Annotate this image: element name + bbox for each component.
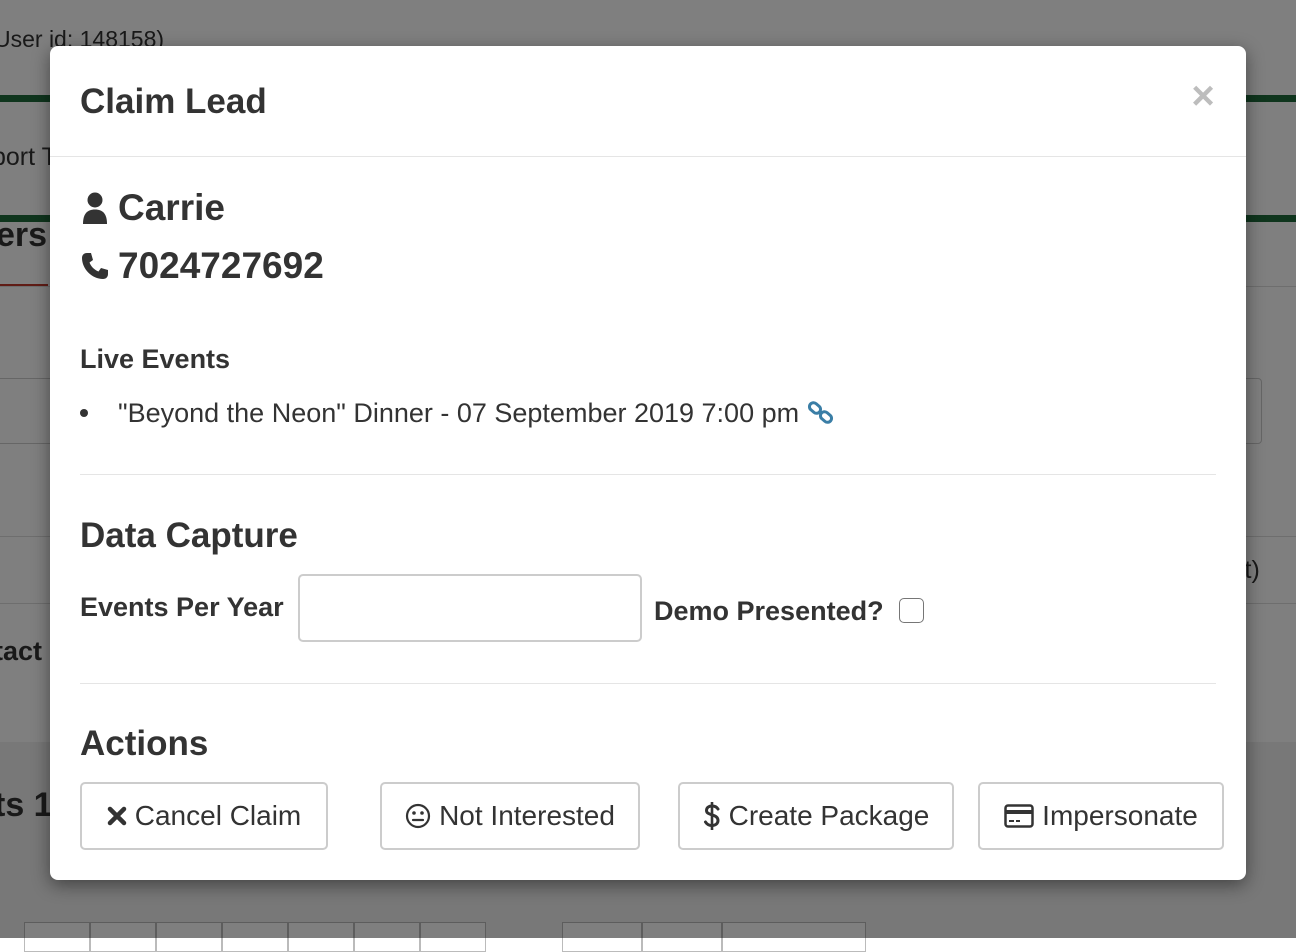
live-event-text: "Beyond the Neon" Dinner - 07 September … [118,398,800,428]
contact-name-row: Carrie [80,186,225,230]
cancel-claim-button[interactable]: Cancel Claim [80,782,328,850]
contact-name: Carrie [118,187,225,228]
times-icon [107,806,127,826]
modal-header: Claim Lead × [50,46,1246,157]
section-divider [80,683,1216,684]
meh-face-icon [405,803,431,829]
events-per-year-label: Events Per Year [80,592,284,622]
claim-lead-modal: Claim Lead × Carrie 7024727692 Live Even… [50,46,1246,880]
contact-phone-row: 7024727692 [80,244,324,288]
live-event-item: "Beyond the Neon" Dinner - 07 September … [80,395,835,431]
link-icon[interactable] [807,399,835,427]
data-capture-heading: Data Capture [80,516,298,555]
events-per-year-input[interactable] [298,574,642,642]
demo-presented-checkbox[interactable] [899,598,924,623]
create-package-button[interactable]: Create Package [678,782,954,850]
demo-presented-label: Demo Presented? [654,596,884,626]
dollar-icon [703,800,721,832]
not-interested-label: Not Interested [439,800,615,831]
live-events-label: Live Events [80,344,231,374]
section-divider [80,474,1216,475]
modal-title: Claim Lead [80,82,267,121]
contact-phone: 7024727692 [118,245,324,286]
credit-card-icon [1004,804,1034,828]
phone-icon [80,248,110,284]
user-icon [80,190,110,226]
not-interested-button[interactable]: Not Interested [380,782,640,850]
actions-heading: Actions [80,724,209,763]
close-button[interactable]: × [1188,76,1218,116]
cancel-claim-label: Cancel Claim [134,800,302,831]
create-package-label: Create Package [728,800,930,831]
impersonate-button[interactable]: Impersonate [978,782,1224,850]
list-bullet [80,409,88,417]
impersonate-label: Impersonate [1042,800,1198,831]
